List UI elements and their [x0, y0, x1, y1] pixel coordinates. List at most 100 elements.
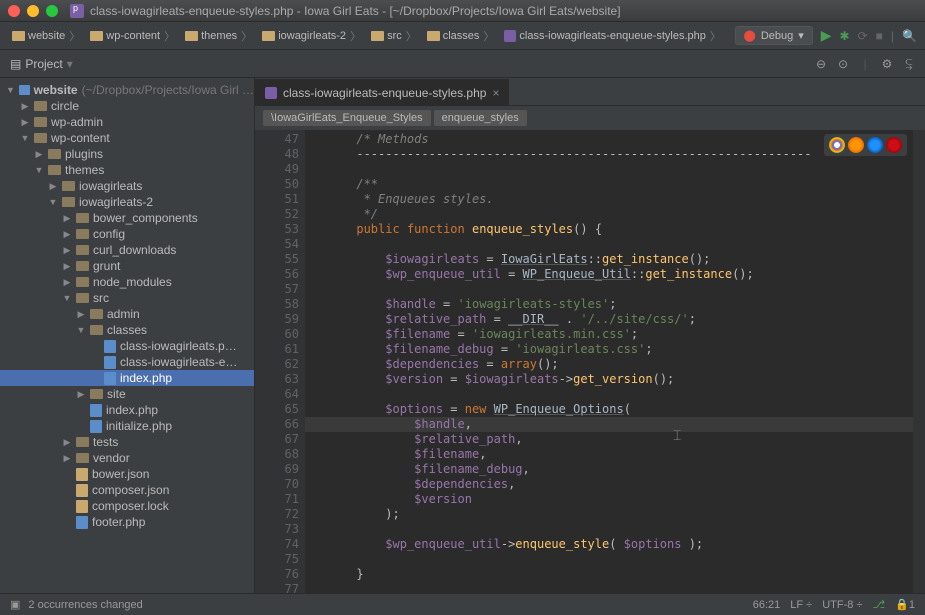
tree-file[interactable]: class-iowagirleats.p…	[0, 338, 254, 354]
code-line[interactable]	[305, 387, 925, 402]
maximize-icon[interactable]	[46, 5, 58, 17]
tree-file[interactable]: index.php	[0, 370, 254, 386]
caret-position[interactable]: 66:21	[753, 599, 781, 611]
tree-arrow-icon[interactable]: ▶	[76, 309, 86, 320]
code-line[interactable]: $dependencies,	[305, 477, 925, 492]
code-line[interactable]	[305, 522, 925, 537]
tree-arrow-icon[interactable]: ▶	[62, 453, 72, 464]
search-icon[interactable]: 🔍	[902, 29, 917, 43]
error-stripe[interactable]	[913, 130, 925, 593]
tree-arrow-icon[interactable]: ▶	[62, 229, 72, 240]
close-icon[interactable]	[8, 5, 20, 17]
code-line[interactable]: );	[305, 507, 925, 522]
code-line[interactable]: $wp_enqueue_util->enqueue_style( $option…	[305, 537, 925, 552]
project-tool-button[interactable]: ▤ Project ▾	[0, 57, 83, 71]
tree-arrow-icon[interactable]: ▼	[20, 133, 30, 143]
code-line[interactable]: $handle = 'iowagirleats-styles';	[305, 297, 925, 312]
tree-folder[interactable]: ▶bower_components	[0, 210, 254, 226]
tree-folder[interactable]: ▶circle	[0, 98, 254, 114]
breadcrumb-item[interactable]: class-iowagirleats-enqueue-styles.php〉	[500, 26, 724, 46]
tree-arrow-icon[interactable]: ▼	[62, 293, 72, 303]
debug-icon[interactable]: ✱	[840, 29, 850, 43]
tree-arrow-icon[interactable]: ▼	[48, 197, 58, 207]
tree-file[interactable]: initialize.php	[0, 418, 254, 434]
minimize-icon[interactable]	[27, 5, 39, 17]
code-line[interactable]: $version = $iowagirleats->get_version();	[305, 372, 925, 387]
code-line[interactable]: $filename,	[305, 447, 925, 462]
tree-folder[interactable]: ▶curl_downloads	[0, 242, 254, 258]
tree-arrow-icon[interactable]: ▶	[62, 261, 72, 272]
tree-folder[interactable]: ▼src	[0, 290, 254, 306]
code-line[interactable]: $relative_path,	[305, 432, 925, 447]
tree-root[interactable]: ▼ website (~/Dropbox/Projects/Iowa Girl …	[0, 82, 254, 98]
tree-file[interactable]: bower.json	[0, 466, 254, 482]
code-line[interactable]	[305, 282, 925, 297]
code-line[interactable]: $relative_path = __DIR__ . '/../site/css…	[305, 312, 925, 327]
tree-folder[interactable]: ▶wp-admin	[0, 114, 254, 130]
code-line[interactable]	[305, 237, 925, 252]
tree-arrow-icon[interactable]: ▶	[62, 277, 72, 288]
tree-file[interactable]: composer.json	[0, 482, 254, 498]
tree-arrow-icon[interactable]: ▼	[34, 165, 44, 175]
code-line[interactable]: $filename_debug,	[305, 462, 925, 477]
tree-arrow-icon[interactable]: ▶	[62, 245, 72, 256]
breadcrumb-item[interactable]: src〉	[367, 26, 421, 46]
breadcrumb-item[interactable]: iowagirleats-2〉	[258, 26, 365, 46]
code-line[interactable]: }	[305, 567, 925, 582]
git-branch-icon[interactable]: ⎇	[872, 598, 885, 611]
tree-folder[interactable]: ▼wp-content	[0, 130, 254, 146]
tree-folder[interactable]: ▼themes	[0, 162, 254, 178]
tree-folder[interactable]: ▶site	[0, 386, 254, 402]
opera-icon[interactable]	[886, 137, 902, 153]
code-area[interactable]: 4748495051525354555657585960616263646566…	[255, 130, 925, 593]
code-line[interactable]: $iowagirleats = IowaGirlEats::get_instan…	[305, 252, 925, 267]
breadcrumb-method[interactable]: enqueue_styles	[434, 110, 527, 126]
line-separator[interactable]: LF ÷	[790, 599, 812, 611]
tool-window-toggle-icon[interactable]: ▣	[10, 598, 20, 611]
code-line[interactable]: $filename_debug = 'iowagirleats.css';	[305, 342, 925, 357]
editor-tab[interactable]: class-iowagirleats-enqueue-styles.php ×	[255, 79, 509, 105]
tree-arrow-icon[interactable]: ▶	[20, 117, 30, 128]
breadcrumb-item[interactable]: wp-content〉	[86, 26, 179, 46]
tree-folder[interactable]: ▼classes	[0, 322, 254, 338]
tree-arrow-icon[interactable]: ▶	[20, 101, 30, 112]
safari-icon[interactable]	[867, 137, 883, 153]
tree-folder[interactable]: ▶vendor	[0, 450, 254, 466]
tree-file[interactable]: composer.lock	[0, 498, 254, 514]
tree-folder[interactable]: ▶tests	[0, 434, 254, 450]
tree-folder[interactable]: ▶grunt	[0, 258, 254, 274]
code-content[interactable]: /* Methods -----------------------------…	[305, 130, 925, 593]
code-line[interactable]: $options = new WP_Enqueue_Options(	[305, 402, 925, 417]
tree-folder[interactable]: ▶iowagirleats	[0, 178, 254, 194]
code-line[interactable]: $dependencies = array();	[305, 357, 925, 372]
tree-folder[interactable]: ▶admin	[0, 306, 254, 322]
code-line[interactable]: public function enqueue_styles() {	[305, 222, 925, 237]
tree-file[interactable]: index.php	[0, 402, 254, 418]
tree-folder[interactable]: ▶plugins	[0, 146, 254, 162]
tree-arrow-icon[interactable]: ▶	[76, 389, 86, 400]
code-line[interactable]: $version	[305, 492, 925, 507]
code-line[interactable]: $wp_enqueue_util = WP_Enqueue_Util::get_…	[305, 267, 925, 282]
tree-arrow-icon[interactable]: ▶	[48, 181, 58, 192]
scroll-target-icon[interactable]: ⊙	[835, 56, 851, 72]
hide-icon[interactable]: ⥹	[901, 56, 917, 72]
tree-arrow-icon[interactable]: ▼	[76, 325, 86, 335]
tree-arrow-icon[interactable]: ▶	[34, 149, 44, 160]
close-tab-icon[interactable]: ×	[492, 86, 499, 100]
code-line[interactable]	[305, 162, 925, 177]
code-line[interactable]: $filename = 'iowagirleats.min.css';	[305, 327, 925, 342]
tree-file[interactable]: footer.php	[0, 514, 254, 530]
code-line[interactable]	[305, 552, 925, 567]
run-config-selector[interactable]: ⬤ Debug ▾	[735, 26, 813, 45]
tree-folder[interactable]: ▶config	[0, 226, 254, 242]
stop-icon[interactable]: ■	[876, 29, 883, 43]
tree-arrow-icon[interactable]: ▶	[62, 437, 72, 448]
chrome-icon[interactable]	[829, 137, 845, 153]
breadcrumb-class[interactable]: \IowaGirlEats_Enqueue_Styles	[263, 110, 431, 126]
code-line[interactable]: /**	[305, 177, 925, 192]
breadcrumb-item[interactable]: themes〉	[181, 26, 256, 46]
code-line[interactable]: * Enqueues styles.	[305, 192, 925, 207]
project-tree[interactable]: ▼ website (~/Dropbox/Projects/Iowa Girl …	[0, 78, 255, 593]
code-line[interactable]: */	[305, 207, 925, 222]
tree-folder[interactable]: ▼iowagirleats-2	[0, 194, 254, 210]
